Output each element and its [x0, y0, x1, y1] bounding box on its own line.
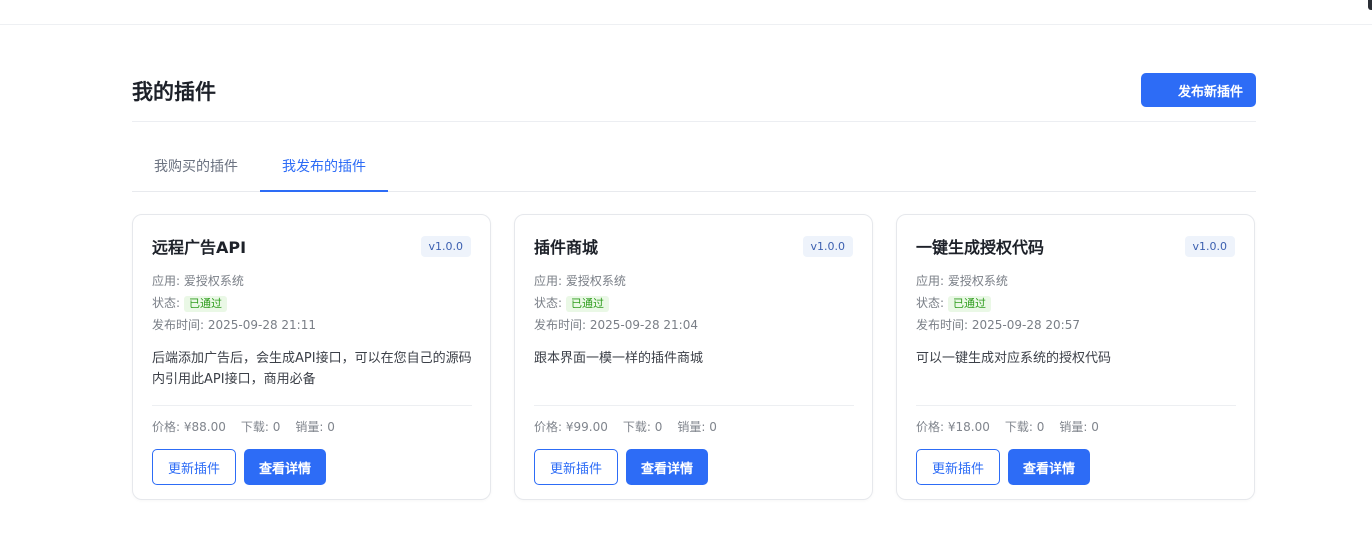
sales-label: 销量: — [295, 420, 328, 434]
page-title: 我的插件 — [132, 80, 216, 104]
card-divider — [152, 405, 472, 406]
version-badge: v1.0.0 — [802, 235, 853, 257]
publish-new-plugin-button[interactable]: 发布新插件 — [1141, 73, 1256, 107]
plugin-stats: 价格: ¥88.00 下载: 0 销量: 0 — [152, 418, 472, 435]
plugin-description: 跟本界面一模一样的插件商城 — [534, 351, 704, 366]
top-bar — [0, 0, 1372, 25]
status-badge: 已通过 — [948, 296, 992, 312]
status-badge: 已通过 — [184, 296, 228, 312]
window-corner-icon — [1368, 0, 1372, 10]
plugin-time-line: 发布时间: 2025-09-28 20:57 — [916, 314, 1236, 336]
plugin-status-line: 状态: 已通过 — [916, 292, 1236, 314]
card-actions: 更新插件 查看详情 — [152, 449, 472, 485]
plugin-card: 远程广告API v1.0.0 应用: 爱授权系统 状态: 已通过 发布时间: 20… — [132, 214, 491, 500]
downloads-label: 下载: — [622, 420, 655, 434]
main-content: 我的插件 发布新插件 我购买的插件 我发布的插件 远程广告API v1.0.0 … — [132, 72, 1256, 500]
sales-label: 销量: — [677, 420, 710, 434]
view-details-button[interactable]: 查看详情 — [1008, 449, 1090, 485]
tab-purchased-plugins[interactable]: 我购买的插件 — [132, 122, 260, 191]
price-value: ¥18.00 — [947, 420, 990, 434]
sales-value: 0 — [327, 420, 335, 434]
plugin-app-line: 应用: 爱授权系统 — [534, 270, 854, 292]
plugin-status-line: 状态: 已通过 — [152, 292, 472, 314]
plugin-stats: 价格: ¥18.00 下载: 0 销量: 0 — [916, 418, 1236, 435]
downloads-label: 下载: — [1004, 420, 1037, 434]
time-label: 发布时间: — [152, 318, 208, 332]
published-time: 2025-09-28 20:57 — [971, 318, 1080, 332]
plugin-meta: 应用: 爱授权系统 状态: 已通过 发布时间: 2025-09-28 21:11 — [152, 270, 472, 336]
plugin-time-line: 发布时间: 2025-09-28 21:04 — [534, 314, 854, 336]
downloads-value: 0 — [272, 420, 281, 434]
time-label: 发布时间: — [534, 318, 590, 332]
plugin-description: 可以一键生成对应系统的授权代码 — [916, 351, 1112, 366]
card-actions: 更新插件 查看详情 — [534, 449, 854, 485]
plugin-meta: 应用: 爱授权系统 状态: 已通过 发布时间: 2025-09-28 20:57 — [916, 270, 1236, 336]
page-header: 我的插件 发布新插件 — [132, 72, 1256, 122]
price-value: ¥88.00 — [183, 420, 226, 434]
time-label: 发布时间: — [916, 318, 972, 332]
plugin-title: 远程广告API — [152, 238, 247, 257]
plugin-description: 后端添加广告后，会生成API接口，可以在您自己的源码内引用此API接口，商用必备 — [152, 351, 472, 387]
version-badge: v1.0.0 — [420, 235, 471, 257]
plugin-stats: 价格: ¥99.00 下载: 0 销量: 0 — [534, 418, 854, 435]
card-header: 插件商城 v1.0.0 — [534, 235, 854, 257]
version-badge: v1.0.0 — [1184, 235, 1235, 257]
update-plugin-button[interactable]: 更新插件 — [152, 449, 236, 485]
downloads-stat: 下载: 0 — [623, 418, 663, 435]
card-divider — [534, 405, 854, 406]
sales-stat: 销量: 0 — [677, 418, 717, 435]
sales-label: 销量: — [1059, 420, 1092, 434]
card-divider — [916, 405, 1236, 406]
update-plugin-button[interactable]: 更新插件 — [534, 449, 618, 485]
price-label: 价格: — [152, 420, 184, 434]
card-header: 远程广告API v1.0.0 — [152, 235, 472, 257]
plugin-card: 一键生成授权代码 v1.0.0 应用: 爱授权系统 状态: 已通过 发布时间: 2… — [896, 214, 1255, 500]
status-label: 状态: — [534, 296, 563, 310]
plugin-app-line: 应用: 爱授权系统 — [916, 270, 1236, 292]
downloads-stat: 下载: 0 — [241, 418, 281, 435]
sales-value: 0 — [709, 420, 717, 434]
sales-stat: 销量: 0 — [295, 418, 335, 435]
plugin-title: 插件商城 — [534, 238, 599, 257]
downloads-value: 0 — [1036, 420, 1045, 434]
view-details-button[interactable]: 查看详情 — [244, 449, 326, 485]
downloads-stat: 下载: 0 — [1005, 418, 1045, 435]
downloads-label: 下载: — [240, 420, 273, 434]
sales-stat: 销量: 0 — [1059, 418, 1099, 435]
price-stat: 价格: ¥99.00 — [534, 418, 608, 435]
plugin-meta: 应用: 爱授权系统 状态: 已通过 发布时间: 2025-09-28 21:04 — [534, 270, 854, 336]
app-value: 爱授权系统 — [947, 274, 1008, 288]
status-badge: 已通过 — [566, 296, 610, 312]
published-time: 2025-09-28 21:11 — [207, 318, 316, 332]
price-stat: 价格: ¥18.00 — [916, 418, 990, 435]
status-label: 状态: — [152, 296, 181, 310]
plugin-status-line: 状态: 已通过 — [534, 292, 854, 314]
plugin-time-line: 发布时间: 2025-09-28 21:11 — [152, 314, 472, 336]
published-time: 2025-09-28 21:04 — [589, 318, 698, 332]
app-value: 爱授权系统 — [183, 274, 244, 288]
view-details-button[interactable]: 查看详情 — [626, 449, 708, 485]
tab-published-plugins[interactable]: 我发布的插件 — [260, 122, 388, 192]
plugin-title: 一键生成授权代码 — [916, 238, 1045, 257]
update-plugin-button[interactable]: 更新插件 — [916, 449, 1000, 485]
app-label: 应用: — [916, 274, 948, 288]
app-label: 应用: — [534, 274, 566, 288]
plugin-card: 插件商城 v1.0.0 应用: 爱授权系统 状态: 已通过 发布时间: 2025-… — [514, 214, 873, 500]
price-label: 价格: — [916, 420, 948, 434]
card-header: 一键生成授权代码 v1.0.0 — [916, 235, 1236, 257]
price-value: ¥99.00 — [565, 420, 608, 434]
price-label: 价格: — [534, 420, 566, 434]
status-label: 状态: — [916, 296, 945, 310]
price-stat: 价格: ¥88.00 — [152, 418, 226, 435]
plugin-app-line: 应用: 爱授权系统 — [152, 270, 472, 292]
app-value: 爱授权系统 — [565, 274, 626, 288]
plugin-tabs: 我购买的插件 我发布的插件 — [132, 122, 1256, 192]
card-actions: 更新插件 查看详情 — [916, 449, 1236, 485]
downloads-value: 0 — [654, 420, 663, 434]
plugin-card-list: 远程广告API v1.0.0 应用: 爱授权系统 状态: 已通过 发布时间: 20… — [132, 214, 1256, 500]
sales-value: 0 — [1091, 420, 1099, 434]
app-label: 应用: — [152, 274, 184, 288]
